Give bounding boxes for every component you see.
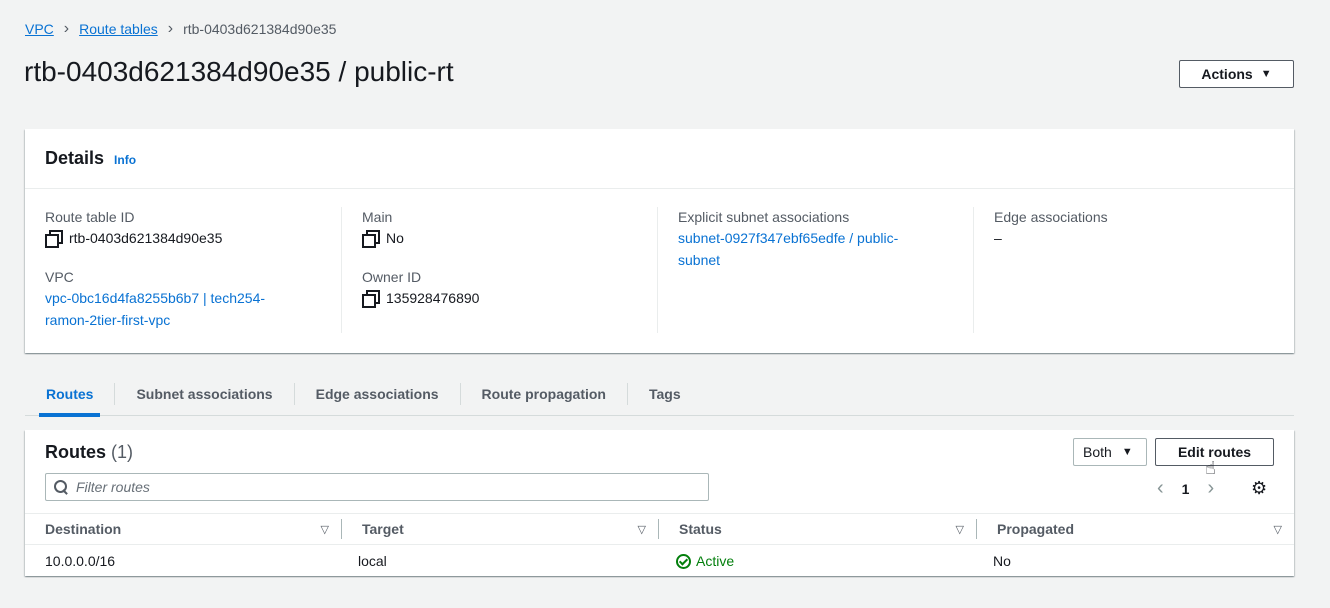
vpc-link[interactable]: vpc-0bc16d4fa8255b6b7 | tech254-ramon-2t… — [45, 287, 295, 331]
vpc-field: VPC vpc-0bc16d4fa8255b6b7 | tech254-ramo… — [45, 267, 341, 331]
sort-icon[interactable]: ▽ — [1274, 523, 1282, 536]
cell-status: Active — [656, 553, 973, 569]
route-table-id-text: rtb-0403d621384d90e35 — [69, 230, 223, 246]
column-target-label: Target — [362, 521, 404, 537]
tab-bar: Routes Subnet associations Edge associat… — [25, 372, 1294, 417]
copy-icon[interactable] — [362, 290, 380, 308]
filter-routes-field[interactable] — [45, 473, 709, 501]
subnet-link[interactable]: subnet-0927f347ebf65edfe / public-subnet — [678, 227, 928, 271]
actions-button[interactable]: Actions ▼ — [1179, 60, 1294, 88]
details-title: Details — [45, 148, 105, 168]
breadcrumb-current: rtb-0403d621384d90e35 — [183, 21, 337, 37]
settings-icon[interactable]: ⚙ — [1251, 478, 1267, 499]
owner-id-value: 135928476890 — [362, 287, 657, 309]
info-link[interactable]: Info — [114, 153, 136, 167]
chevron-left-icon[interactable]: ‹ — [1157, 477, 1164, 500]
main-field: Main No — [362, 207, 657, 249]
edge-associations-field: Edge associations – — [994, 207, 1289, 249]
chevron-right-icon: › — [63, 20, 70, 37]
routes-title-text: Routes — [45, 442, 107, 462]
tab-route-propagation[interactable]: Route propagation — [461, 382, 628, 405]
chevron-right-icon[interactable]: › — [1207, 477, 1214, 500]
owner-id-text: 135928476890 — [386, 290, 480, 306]
copy-icon[interactable] — [45, 230, 63, 248]
page-title: rtb-0403d621384d90e35 / public-rt — [24, 56, 454, 87]
explicit-subnet-label: Explicit subnet associations — [678, 209, 850, 225]
pointer-cursor-icon: ☝ — [1205, 458, 1216, 478]
tab-tags[interactable]: Tags — [628, 383, 702, 405]
column-status[interactable]: Status ▽ — [659, 519, 977, 539]
actions-label: Actions — [1201, 66, 1253, 82]
route-table-id-field: Route table ID rtb-0403d621384d90e35 — [45, 207, 341, 249]
status-text: Active — [696, 553, 735, 569]
column-destination-label: Destination — [45, 521, 122, 537]
owner-id-label: Owner ID — [362, 269, 422, 285]
details-column-3: Explicit subnet associations subnet-0927… — [657, 207, 973, 333]
route-table-id-value: rtb-0403d621384d90e35 — [45, 227, 341, 249]
filter-routes-input[interactable] — [76, 479, 676, 495]
breadcrumb: VPC › Route tables › rtb-0403d621384d90e… — [25, 20, 336, 38]
route-table-id-label: Route table ID — [45, 209, 135, 225]
sort-icon[interactable]: ▽ — [321, 523, 329, 536]
route-filter-select[interactable]: Both ▼ — [1073, 438, 1147, 466]
cell-propagated: No — [993, 553, 1011, 569]
page-number[interactable]: 1 — [1182, 481, 1190, 497]
search-icon — [54, 480, 68, 494]
caret-down-icon: ▼ — [1121, 446, 1133, 458]
breadcrumb-route-tables[interactable]: Route tables — [79, 21, 158, 37]
details-column-1: Route table ID rtb-0403d621384d90e35 VPC… — [25, 207, 341, 333]
details-panel: Details Info Route table ID rtb-0403d621… — [25, 129, 1294, 353]
status-badge: Active — [676, 553, 973, 569]
copy-icon[interactable] — [362, 230, 380, 248]
caret-down-icon: ▼ — [1260, 68, 1272, 80]
sort-icon[interactable]: ▽ — [956, 523, 964, 536]
pagination: ‹ 1 › — [1157, 477, 1214, 500]
chevron-right-icon: › — [167, 20, 174, 37]
column-propagated-label: Propagated — [997, 521, 1075, 537]
edge-associations-label: Edge associations — [994, 209, 1108, 225]
main-value: No — [362, 227, 657, 249]
column-propagated[interactable]: Propagated ▽ — [977, 519, 1294, 539]
column-target[interactable]: Target ▽ — [342, 519, 659, 539]
edge-associations-value: – — [994, 230, 1002, 246]
table-row[interactable]: 10.0.0.0/16 local Active No — [25, 546, 1294, 576]
details-column-2: Main No Owner ID 135928476890 — [341, 207, 657, 333]
tab-subnet-associations[interactable]: Subnet associations — [115, 382, 295, 405]
vpc-label: VPC — [45, 269, 74, 285]
routes-title: Routes (1) — [45, 442, 133, 463]
owner-id-field: Owner ID 135928476890 — [362, 267, 657, 309]
tab-routes[interactable]: Routes — [25, 382, 116, 417]
check-circle-icon — [676, 553, 691, 569]
routes-panel: Routes (1) Both ▼ Edit routes ‹ 1 › ⚙ De… — [25, 430, 1294, 576]
breadcrumb-vpc[interactable]: VPC — [25, 21, 54, 37]
main-label: Main — [362, 209, 393, 225]
details-column-4: Edge associations – — [973, 207, 1289, 333]
details-header: Details Info — [25, 129, 1294, 189]
details-grid: Route table ID rtb-0403d621384d90e35 VPC… — [25, 189, 1294, 333]
sort-icon[interactable]: ▽ — [638, 523, 646, 536]
table-header: Destination ▽ Target ▽ Status ▽ Propagat… — [25, 513, 1294, 545]
explicit-subnet-field: Explicit subnet associations subnet-0927… — [678, 207, 973, 271]
cell-destination: 10.0.0.0/16 — [45, 553, 116, 569]
column-status-label: Status — [679, 521, 722, 537]
cell-target: local — [358, 553, 387, 569]
tab-edge-associations[interactable]: Edge associations — [295, 382, 461, 405]
route-filter-select-value: Both — [1083, 444, 1112, 460]
routes-count: (1) — [111, 442, 134, 462]
column-destination[interactable]: Destination ▽ — [25, 519, 342, 539]
main-text: No — [386, 230, 404, 246]
